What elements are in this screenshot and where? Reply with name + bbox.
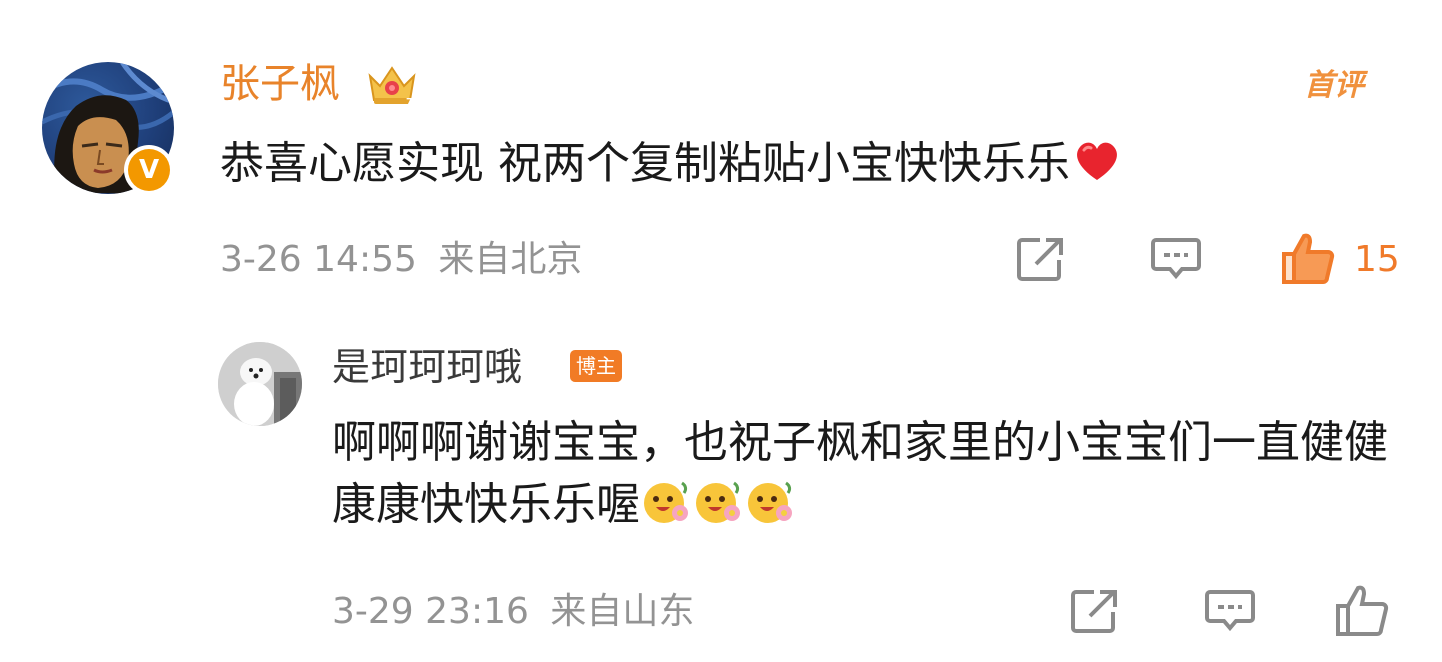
reply-comment-icon[interactable] [1204,588,1256,634]
reply-like-icon[interactable] [1334,582,1390,638]
flower-face-icon [746,477,796,527]
comment-meta: 3-26 14:55 来自北京 [220,236,582,284]
comment-time: 3-26 14:55 [220,239,417,280]
reply-location: 来自山东 [550,591,695,632]
reply-share-icon[interactable] [1070,588,1120,634]
first-comment-badge: 首评 [1304,68,1364,103]
comment-text-content: 恭喜心愿实现 祝两个复制粘贴小宝快快乐乐 [220,138,1070,189]
comment-author-name[interactable]: 张子枫 [220,58,340,110]
reply-text: 啊啊啊谢谢宝宝，也祝子枫和家里的小宝宝们一直健健康康快快乐乐喔 [332,412,1412,536]
flower-face-icon [694,477,744,527]
crown-icon: 7 [366,62,418,108]
comment-icon[interactable] [1150,236,1202,282]
reply-meta: 3-29 23:16 来自山东 [332,588,694,636]
reply-author-name[interactable]: 是珂珂珂哦 [332,342,522,392]
reply-avatar[interactable] [218,342,302,426]
svg-text:7: 7 [406,97,413,108]
comment-thread: V 张子枫 7 首评 恭喜心愿实现 祝两个复制粘贴小宝快快乐乐 3-26 14:… [0,0,1442,662]
like-count: 15 [1354,239,1400,280]
blogger-badge: 博主 [570,350,622,382]
share-icon[interactable] [1016,236,1066,282]
like-icon[interactable] [1280,230,1336,286]
comment-location: 来自北京 [438,239,583,280]
reply-text-content: 啊啊啊谢谢宝宝，也祝子枫和家里的小宝宝们一直健健康康快快乐乐喔 [332,417,1388,530]
reply-time: 3-29 23:16 [332,591,529,632]
flower-face-icon [642,477,692,527]
heart-icon [1072,136,1122,186]
verified-badge: V [124,145,174,195]
comment-text: 恭喜心愿实现 祝两个复制粘贴小宝快快乐乐 [220,136,1122,192]
